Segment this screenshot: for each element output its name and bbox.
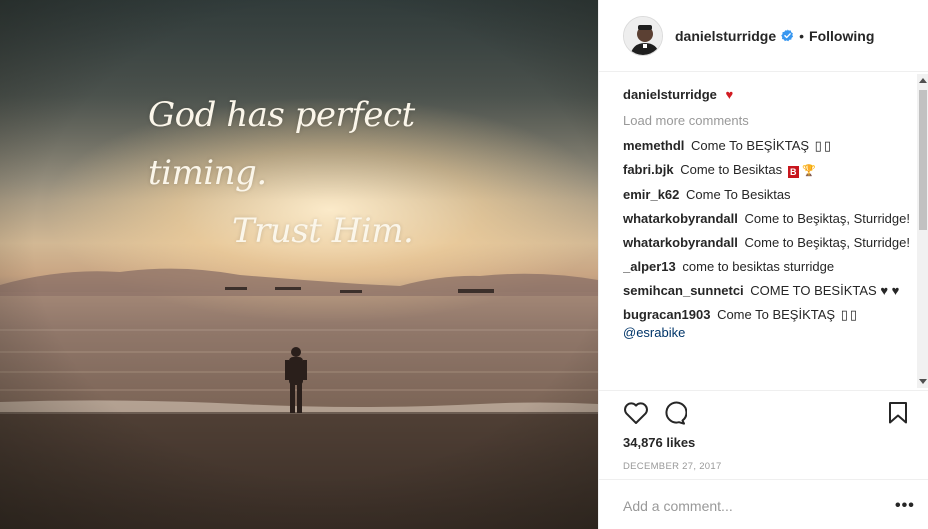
avatar-photo-icon [624, 16, 662, 55]
quote-line-1: God has perfect timing. [148, 95, 415, 193]
comment-item: whatarkobyrandall Come to Beşiktaş, Stur… [623, 234, 913, 252]
red-heart-emoji-icon: ♥ [725, 87, 734, 102]
comment-text: Come To BEŞİKTAŞ [717, 307, 836, 322]
missing-glyph-emoji: ▯▯ [840, 307, 860, 322]
comment-text: Come To Besiktas [686, 187, 791, 202]
scroll-up-arrow-icon[interactable] [919, 78, 927, 83]
comment-text: Come to Beşiktaş, Sturridge! [744, 211, 910, 226]
comment-item: semihcan_sunnetci COME TO BESİKTAS ♥ ♥ [623, 282, 913, 300]
mention-link[interactable]: @esrabike [623, 325, 685, 340]
caption-username[interactable]: danielsturridge [623, 87, 717, 102]
header-separator: • [799, 27, 805, 44]
comment-item: emir_k62 Come To Besiktas [623, 186, 913, 204]
comment-item: whatarkobyrandall Come to Beşiktaş, Stur… [623, 210, 913, 228]
comment-item: fabri.bjk Come to Besiktas B 🏆 [623, 161, 913, 180]
comment-username[interactable]: _alper13 [623, 259, 676, 274]
heart-icon[interactable] [623, 401, 649, 425]
comment-username[interactable]: semihcan_sunnetci [623, 283, 744, 298]
bookmark-icon[interactable] [887, 401, 909, 425]
comment-text: COME TO BESİKTAS ♥ ♥ [750, 283, 900, 298]
load-more-comments-button[interactable]: Load more comments [623, 112, 913, 130]
add-comment-input[interactable] [623, 498, 883, 514]
comment-item: _alper13 come to besiktas sturridge [623, 258, 913, 276]
comment-username[interactable]: emir_k62 [623, 187, 679, 202]
b-button-emoji-icon: B [787, 166, 799, 178]
header-username[interactable]: danielsturridge [675, 28, 776, 44]
comment-username[interactable]: whatarkobyrandall [623, 235, 738, 250]
comment-item: bugracan1903 Come To BEŞİKTAŞ ▯▯ @esrabi… [623, 306, 913, 342]
comment-username[interactable]: bugracan1903 [623, 307, 710, 322]
likes-count[interactable]: 34,876 likes [623, 435, 695, 450]
add-comment-bar: ••• [599, 479, 928, 529]
comment-item: memethdl Come To BEŞİKTAŞ ▯▯ [623, 137, 913, 155]
post-image[interactable]: God has perfect timing. Trust Him. [0, 0, 598, 529]
post-caption: danielsturridge ♥ [623, 86, 913, 104]
comment-username[interactable]: whatarkobyrandall [623, 211, 738, 226]
post-date[interactable]: DECEMBER 27, 2017 [623, 461, 722, 472]
image-vignette [0, 0, 598, 529]
comment-text: Come To BEŞİKTAŞ [691, 138, 810, 153]
comment-icon[interactable] [661, 401, 687, 425]
comment-username[interactable]: memethdl [623, 138, 684, 153]
trophy-emoji-icon: 🏆 [802, 165, 817, 177]
comment-username[interactable]: fabri.bjk [623, 162, 674, 177]
more-options-icon[interactable]: ••• [895, 497, 915, 515]
comment-text: Come to Beşiktaş, Sturridge! [744, 235, 910, 250]
comment-text: Come to Besiktas [680, 162, 783, 177]
action-icons [623, 401, 913, 429]
quote-line-2: Trust Him. [232, 211, 414, 251]
post-actions: 34,876 likes DECEMBER 27, 2017 ••• [599, 390, 928, 529]
post-header: danielsturridge • Following [599, 0, 928, 72]
missing-glyph-emoji: ▯▯ [814, 138, 833, 153]
scroll-thumb[interactable] [919, 90, 927, 230]
avatar[interactable] [623, 15, 663, 56]
image-quote: God has perfect timing. Trust Him. [148, 86, 488, 260]
comments-list: danielsturridge ♥ Load more comments mem… [623, 86, 913, 386]
comment-text: come to besiktas sturridge [682, 259, 835, 274]
scroll-down-arrow-icon[interactable] [919, 379, 927, 384]
verified-badge-icon [781, 29, 794, 42]
post-sidebar: danielsturridge • Following danielsturri… [598, 0, 928, 529]
comments-scrollbar[interactable] [917, 74, 928, 388]
following-button[interactable]: Following [809, 28, 874, 44]
